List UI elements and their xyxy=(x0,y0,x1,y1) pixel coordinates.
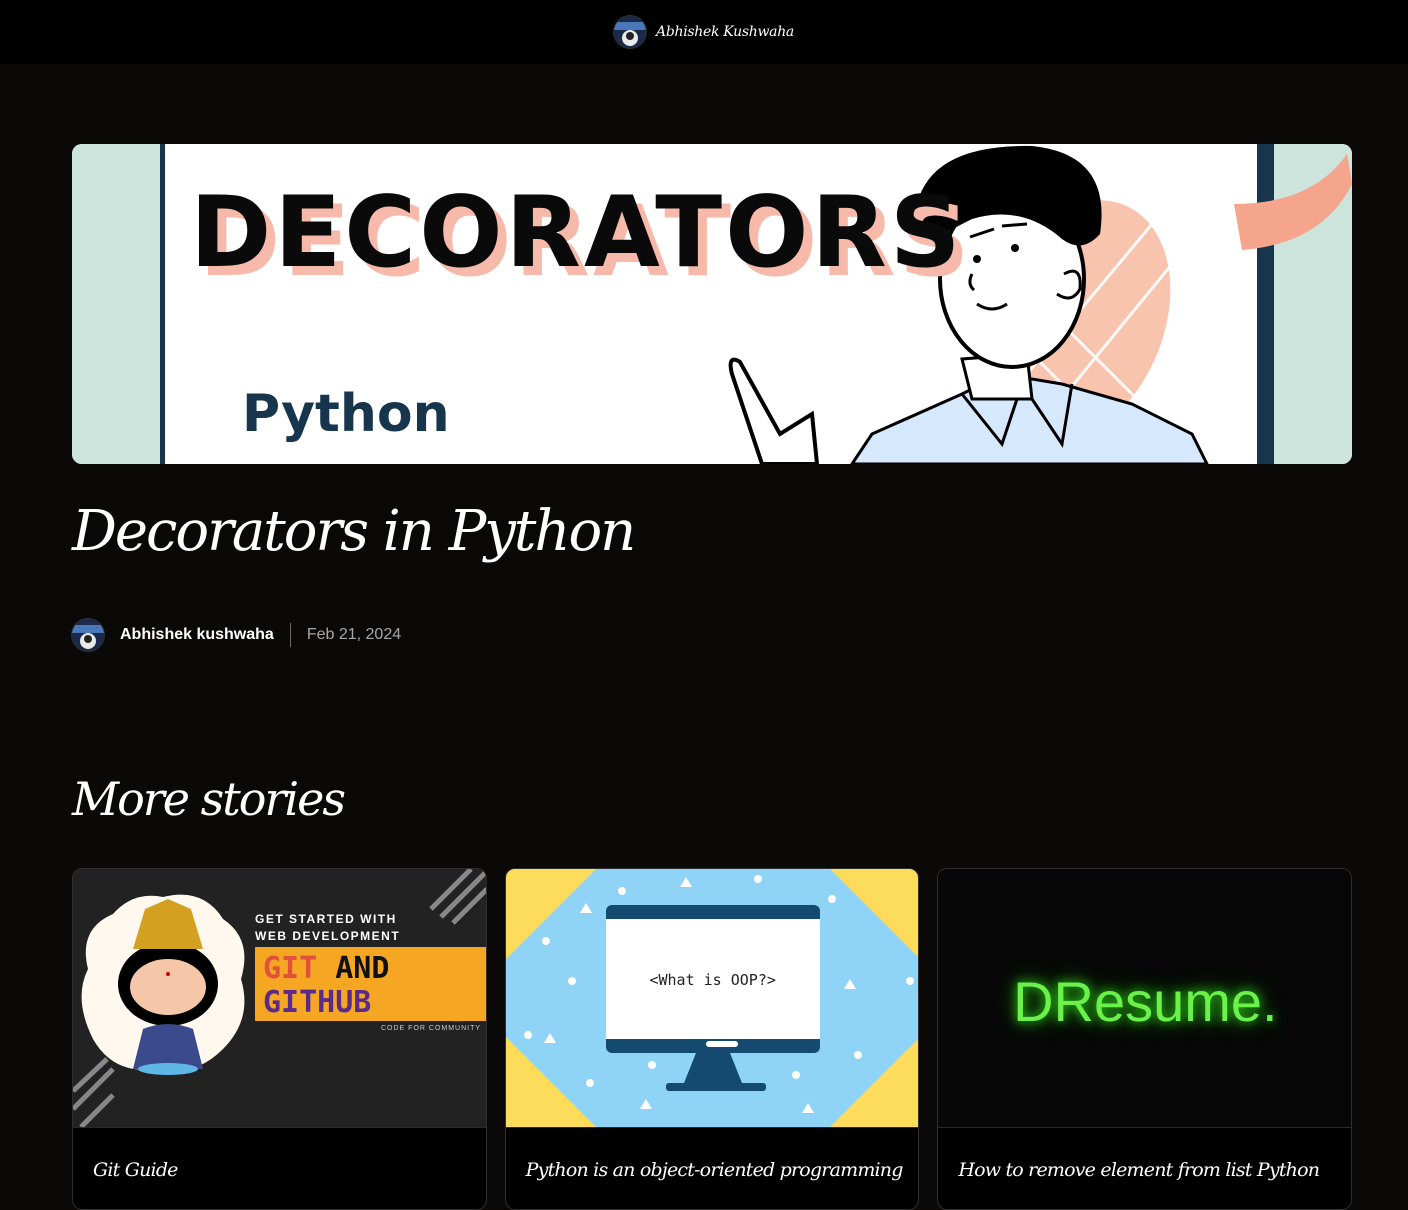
story-card-title[interactable]: Git Guide xyxy=(93,1159,178,1181)
dresume-logo: DResume. xyxy=(1013,970,1278,1033)
brand-avatar xyxy=(614,16,647,48)
brand-name: Abhishek Kushwaha xyxy=(656,24,794,40)
and-word: AND xyxy=(335,951,390,986)
more-stories-heading: More stories xyxy=(72,772,346,826)
hero-subheadline: Python xyxy=(242,384,450,444)
hero-headline: DECORATORS xyxy=(190,176,964,290)
story-card-image: DResume. xyxy=(938,869,1352,1128)
post-meta: Abhishek kushwaha Feb 21, 2024 xyxy=(72,619,401,651)
top-bar: Abhishek Kushwaha xyxy=(0,0,1408,64)
brand-link[interactable]: Abhishek Kushwaha xyxy=(614,16,794,48)
meta-divider xyxy=(289,623,291,647)
post-date: Feb 21, 2024 xyxy=(306,626,402,643)
author-avatar[interactable] xyxy=(72,619,104,651)
story-card-title[interactable]: How to remove element from list Python xyxy=(958,1159,1320,1181)
story-card-image: GET STARTED WITH WEB DEVELOPMENT GIT AND… xyxy=(73,869,486,1128)
git-card-footer: CODE FOR COMMUNITY xyxy=(381,1025,482,1032)
git-card-tagline-1: GET STARTED WITH xyxy=(255,912,397,926)
git-word: GIT xyxy=(263,951,318,986)
git-card-banner: GIT AND GITHUB xyxy=(255,947,486,1021)
git-card-tagline-2: WEB DEVELOPMENT xyxy=(255,929,401,943)
story-card-git-guide[interactable]: GET STARTED WITH WEB DEVELOPMENT GIT AND… xyxy=(72,868,487,1210)
git-card-banner-line2: GITHUB xyxy=(263,985,372,1020)
story-card-title[interactable]: Python is an object-oriented programming xyxy=(526,1159,904,1181)
story-card-python-oop[interactable]: <What is OOP?> Python is an object-orien… xyxy=(504,868,920,1210)
story-card-list: GET STARTED WITH WEB DEVELOPMENT GIT AND… xyxy=(72,868,1353,1210)
oop-screen-text: <What is OOP?> xyxy=(649,971,776,989)
story-card-image: <What is OOP?> xyxy=(505,869,919,1128)
git-card-banner-line1: GIT AND xyxy=(263,951,389,986)
author-name[interactable]: Abhishek kushwaha xyxy=(120,626,274,644)
hero-image: DECORATORS Python xyxy=(72,144,1352,464)
git-card-tagline: GET STARTED WITH WEB DEVELOPMENT xyxy=(255,911,400,945)
post-title: Decorators in Python xyxy=(72,499,636,564)
story-card-remove-element[interactable]: DResume. How to remove element from list… xyxy=(937,868,1353,1210)
